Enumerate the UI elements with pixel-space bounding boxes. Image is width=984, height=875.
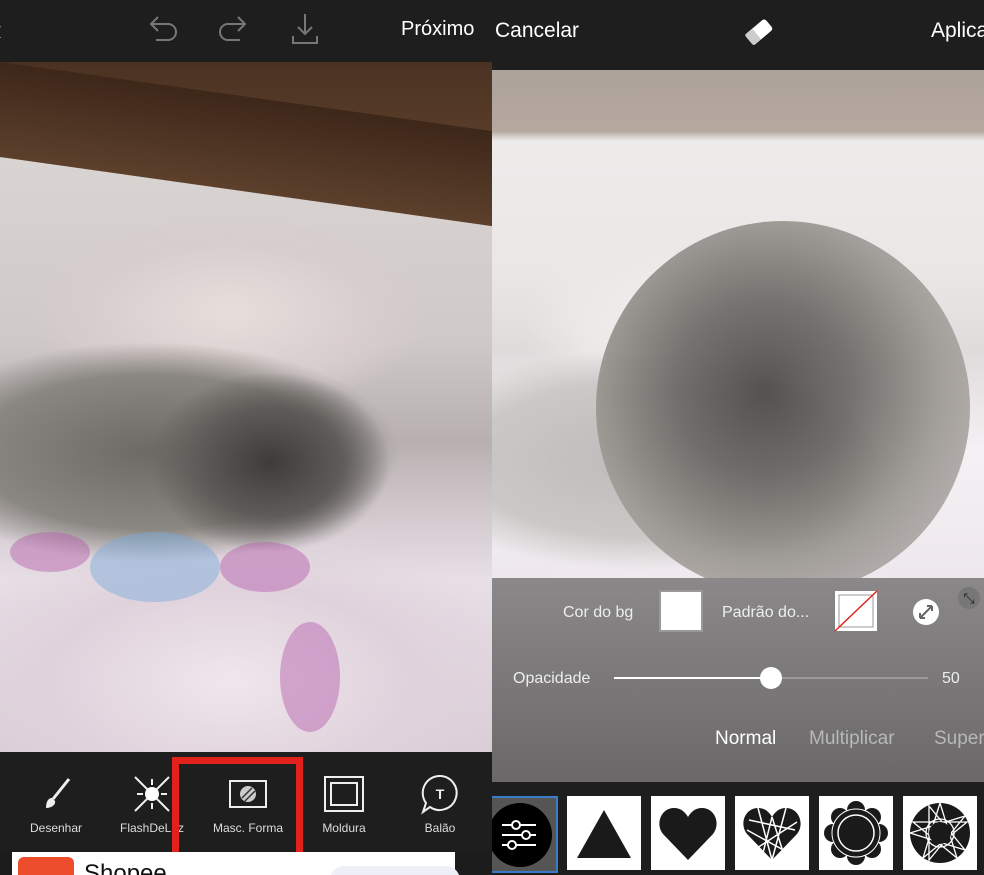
flower-circle-icon [824, 801, 888, 865]
tool-moldura[interactable]: Moldura [296, 773, 392, 835]
circle-mask[interactable] [596, 221, 970, 578]
opacity-label: Opacidade [513, 670, 591, 687]
opacity-slider-fill [614, 677, 771, 679]
shopee-logo [18, 857, 74, 875]
speech-balloon-icon: T [421, 774, 458, 815]
opacity-slider[interactable] [614, 667, 928, 689]
shape-geometric-heart[interactable] [735, 796, 809, 870]
svg-text:T: T [436, 786, 445, 802]
left-editor-panel: ‹ Próximo Desenhar FlashDeLuz Masc. Form… [0, 0, 492, 875]
bg-color-label: Cor do bg [563, 604, 634, 621]
top-bar: ‹ Próximo [0, 0, 492, 62]
ad-banner[interactable]: Shopee [12, 852, 460, 875]
opacity-slider-thumb[interactable] [760, 667, 782, 689]
tool-label: Moldura [322, 821, 366, 835]
sliders-icon [492, 803, 552, 867]
cat-photo[interactable] [0, 62, 492, 752]
heart-icon [659, 808, 717, 860]
geometric-heart-icon [743, 807, 801, 861]
blend-normal[interactable]: Normal [715, 728, 776, 750]
flip-icon[interactable] [912, 598, 940, 626]
tool-desenhar[interactable]: Desenhar [8, 773, 104, 835]
blend-super[interactable]: Super [934, 728, 984, 750]
eraser-icon[interactable] [742, 16, 776, 48]
right-editor-panel: Cancelar Aplicar Cor do bg Padrão do... … [492, 0, 984, 875]
tool-label: Balão [424, 821, 456, 835]
pattern-label: Padrão do... [722, 604, 810, 621]
download-icon[interactable] [290, 12, 320, 46]
triangle-icon [577, 810, 631, 858]
next-button[interactable]: Próximo [401, 18, 474, 41]
shape-settings-button[interactable] [492, 796, 558, 873]
shape-heart[interactable] [651, 796, 725, 870]
tool-label: Desenhar [29, 821, 83, 835]
pattern-none-swatch[interactable] [834, 590, 878, 632]
frame-icon [324, 776, 364, 812]
back-icon[interactable]: ‹ [0, 14, 2, 48]
shape-star-circle[interactable] [903, 796, 977, 870]
bg-color-swatch[interactable] [659, 590, 703, 632]
shape-triangle[interactable] [567, 796, 641, 870]
shape-flower-circle[interactable] [819, 796, 893, 870]
blend-multiplicar[interactable]: Multiplicar [809, 728, 895, 750]
flash-icon [134, 776, 170, 812]
star-circle-icon [907, 800, 970, 863]
controls-panel: Cor do bg Padrão do... ⤡ Opacidade 50 No… [492, 578, 984, 782]
top-bar: Cancelar Aplicar [492, 0, 984, 70]
brush-icon [46, 778, 71, 808]
tool-balao[interactable]: T Balão [392, 773, 488, 835]
expand-button[interactable]: ⤡ [958, 587, 980, 609]
opacity-value: 50 [942, 670, 960, 687]
cancel-button[interactable]: Cancelar [495, 19, 579, 43]
undo-icon[interactable] [146, 14, 180, 44]
mask-preview[interactable] [492, 70, 984, 578]
ad-title: Shopee [84, 860, 167, 875]
ad-button[interactable] [330, 866, 460, 875]
apply-button[interactable]: Aplicar [931, 19, 984, 43]
highlight-box [172, 757, 303, 859]
redo-icon[interactable] [216, 14, 250, 44]
